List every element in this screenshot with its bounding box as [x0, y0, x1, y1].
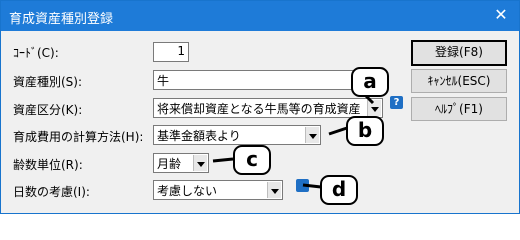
- callout-d: d: [320, 175, 358, 205]
- callout-c: c: [233, 145, 271, 175]
- callout-arrow-d: [302, 183, 322, 189]
- callout-b: b: [346, 116, 384, 146]
- callout-arrows: [212, 81, 375, 189]
- dialog-window: 育成資産種別登録 ✕ ｺｰﾄﾞ(C): 1 資産種別(S): 牛 資産区分(K)…: [0, 0, 520, 214]
- callout-a: a: [351, 67, 389, 97]
- callout-arrow-c: [212, 157, 234, 163]
- callout-arrow-b: [328, 126, 348, 136]
